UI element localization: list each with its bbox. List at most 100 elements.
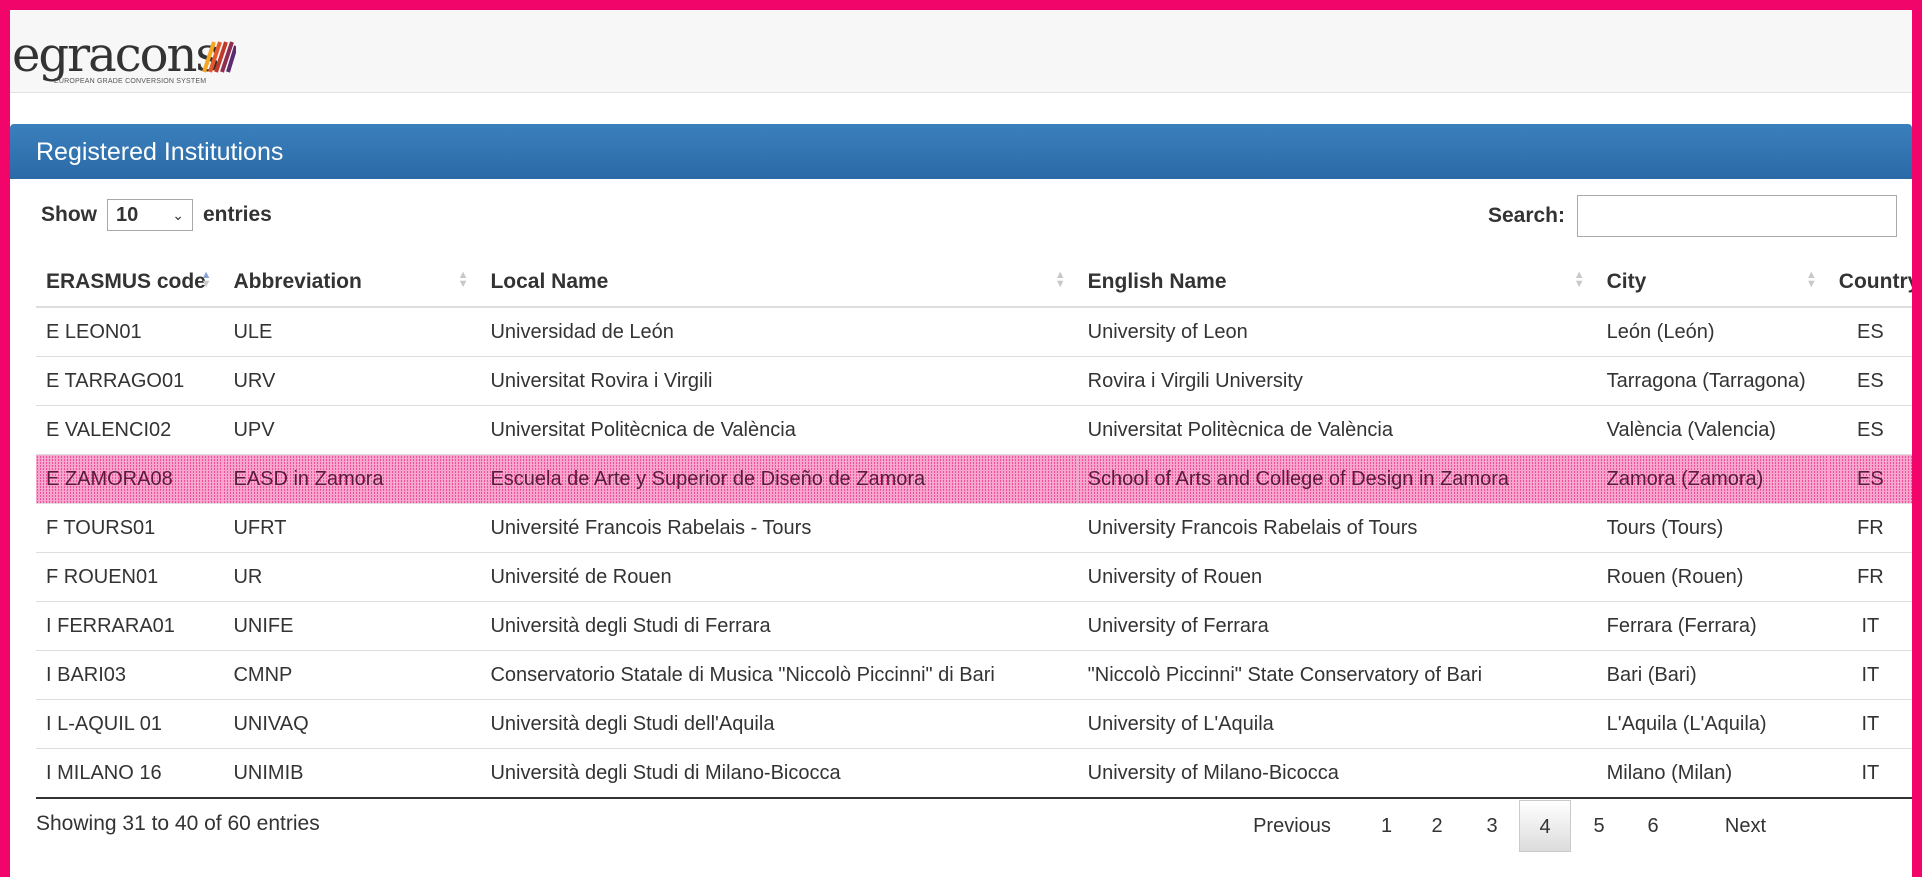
table-cell: CMNP [223, 650, 481, 700]
page-button-3[interactable]: 3 [1465, 800, 1519, 852]
page-button-6[interactable]: 6 [1627, 800, 1679, 852]
table-row[interactable]: I FERRARA01 UNIFE Università degli Studi d… [36, 601, 1912, 651]
logo-tagline: EUROPEAN GRADE CONVERSION SYSTEM [54, 78, 207, 85]
table-cell: Tours (Tours) [1596, 503, 1829, 553]
page-length-control: Show 10 ⌄ entries [41, 199, 272, 231]
search-label: Search: [1487, 204, 1565, 227]
table-cell: Université Francois Rabelais - Tours [480, 503, 1078, 553]
show-label: Show [41, 203, 97, 226]
table-cell: ES [1828, 405, 1912, 455]
table-header-row: ERASMUS code ▲ ▼ Abbreviation ▲ ▼ Local Name… [36, 258, 1919, 308]
table-cell: León (León) [1596, 307, 1829, 357]
table-cell: ES [1828, 454, 1912, 504]
previous-page-button[interactable]: Previous [1220, 800, 1364, 852]
table-cell: Milano (Milan) [1596, 748, 1829, 799]
egracons-logo[interactable]: egracons EUROPEAN GRADE CONVERSION SYSTE… [12, 26, 262, 86]
table-row[interactable]: I BARI03 CMNP Conservatorio Statale di Mus… [36, 650, 1912, 700]
next-page-button[interactable]: Next [1679, 800, 1766, 852]
site-header: egracons EUROPEAN GRADE CONVERSION SYSTE… [10, 8, 1912, 93]
table-cell: UNIMIB [223, 748, 481, 799]
registered-institutions-panel: Registered Institutions Show 10 ⌄ entrie… [10, 124, 1919, 877]
institutions-table: ERASMUS code ▲ ▼ Abbreviation ▲ ▼ Local Name… [36, 258, 1919, 799]
page-button-5[interactable]: 5 [1571, 800, 1627, 852]
table-cell: I MILANO 16 [36, 748, 224, 799]
table-cell: EASD in Zamora [223, 454, 481, 504]
table-cell: I BARI03 [36, 650, 224, 700]
table-cell: Università degli Studi dell'Aquila [480, 699, 1078, 749]
entries-label: entries [203, 203, 272, 226]
column-header-abbreviation[interactable]: Abbreviation ▲ ▼ [223, 258, 481, 308]
table-cell: E ZAMORA08 [36, 454, 224, 504]
search-input[interactable] [1577, 195, 1897, 237]
sort-icon: ▲ ▼ [457, 269, 469, 290]
panel-title: Registered Institutions [10, 124, 1912, 179]
table-cell: University Francois Rabelais of Tours [1077, 503, 1597, 553]
table-cell: UNIFE [223, 601, 481, 651]
table-cell: Zamora (Zamora) [1596, 454, 1829, 504]
table-row-highlighted[interactable]: E ZAMORA08 EASD in Zamora Escuela de Arte … [36, 454, 1912, 504]
table-cell: IT [1828, 601, 1912, 651]
table-cell: E LEON01 [36, 307, 224, 357]
table-cell: Rovira i Virgili University [1077, 356, 1597, 406]
table-cell: FR [1828, 503, 1912, 553]
table-cell: University of Ferrara [1077, 601, 1597, 651]
table-cell: University of L'Aquila [1077, 699, 1597, 749]
table-cell: València (Valencia) [1596, 405, 1829, 455]
column-header-city[interactable]: City ▲ ▼ [1596, 258, 1829, 308]
page-button-4-current[interactable]: 4 [1519, 800, 1571, 852]
table-cell: Escuela de Arte y Superior de Diseño de … [480, 454, 1078, 504]
table-row[interactable]: I L-AQUIL 01 UNIVAQ Università degli Studi… [36, 699, 1912, 749]
table-info: Showing 31 to 40 of 60 entries [36, 812, 320, 835]
page-length-select[interactable]: 10 ⌄ [107, 199, 193, 231]
table-cell: IT [1828, 699, 1912, 749]
table-row[interactable]: E LEON01 ULE Universidad de León University… [36, 307, 1912, 357]
table-row[interactable]: F TOURS01 UFRT Université Francois Rabelai… [36, 503, 1912, 553]
table-cell: Universitat Politècnica de València [1077, 405, 1597, 455]
column-header-country[interactable]: Country [1828, 258, 1919, 308]
table-cell: Rouen (Rouen) [1596, 552, 1829, 602]
logo-bars-icon [202, 41, 236, 73]
table-cell: E VALENCI02 [36, 405, 224, 455]
table-row[interactable]: I MILANO 16 UNIMIB Università degli Studi … [36, 748, 1912, 799]
table-cell: UR [223, 552, 481, 602]
page-button-1[interactable]: 1 [1364, 800, 1409, 852]
table-row[interactable]: E TARRAGO01 URV Universitat Rovira i Virgi… [36, 356, 1912, 406]
table-cell: ES [1828, 307, 1912, 357]
table-cell: I FERRARA01 [36, 601, 224, 651]
table-cell: Universitat Politècnica de València [480, 405, 1078, 455]
table-cell: FR [1828, 552, 1912, 602]
table-cell: UFRT [223, 503, 481, 553]
sort-icon: ▲ ▼ [1805, 269, 1817, 290]
sort-icon: ▲ ▼ [1054, 269, 1066, 290]
table-cell: IT [1828, 650, 1912, 700]
table-body: E LEON01 ULE Universidad de León University… [36, 307, 1912, 799]
table-cell: Università degli Studi di Ferrara [480, 601, 1078, 651]
table-cell: F TOURS01 [36, 503, 224, 553]
page-button-2[interactable]: 2 [1409, 800, 1465, 852]
column-header-local-name[interactable]: Local Name ▲ ▼ [480, 258, 1078, 308]
pagination: Previous 1 2 3 4 5 6 Next [1220, 800, 1766, 852]
table-cell: School of Arts and College of Design in … [1077, 454, 1597, 504]
column-header-erasmus-code[interactable]: ERASMUS code ▲ ▼ [36, 258, 224, 308]
table-row[interactable]: F ROUEN01 UR Université de Rouen University… [36, 552, 1912, 602]
logo-wordmark: egracons [12, 27, 220, 83]
table-cell: F ROUEN01 [36, 552, 224, 602]
table-cell: Ferrara (Ferrara) [1596, 601, 1829, 651]
table-cell: E TARRAGO01 [36, 356, 224, 406]
table-cell: Universidad de León [480, 307, 1078, 357]
table-cell: UPV [223, 405, 481, 455]
table-cell: Universitat Rovira i Virgili [480, 356, 1078, 406]
table-cell: ULE [223, 307, 481, 357]
table-cell: University of Rouen [1077, 552, 1597, 602]
table-cell: UNIVAQ [223, 699, 481, 749]
table-cell: Tarragona (Tarragona) [1596, 356, 1829, 406]
table-cell: University of Milano-Bicocca [1077, 748, 1597, 799]
search-control: Search: [1488, 195, 1897, 237]
page-length-value: 10 [116, 203, 139, 226]
table-cell: URV [223, 356, 481, 406]
table-row[interactable]: E VALENCI02 UPV Universitat Politècnica de… [36, 405, 1912, 455]
table-cell: Conservatorio Statale di Musica "Niccolò… [480, 650, 1078, 700]
table-cell: Université de Rouen [480, 552, 1078, 602]
column-header-english-name[interactable]: English Name ▲ ▼ [1077, 258, 1597, 308]
chevron-down-icon: ⌄ [172, 206, 184, 223]
